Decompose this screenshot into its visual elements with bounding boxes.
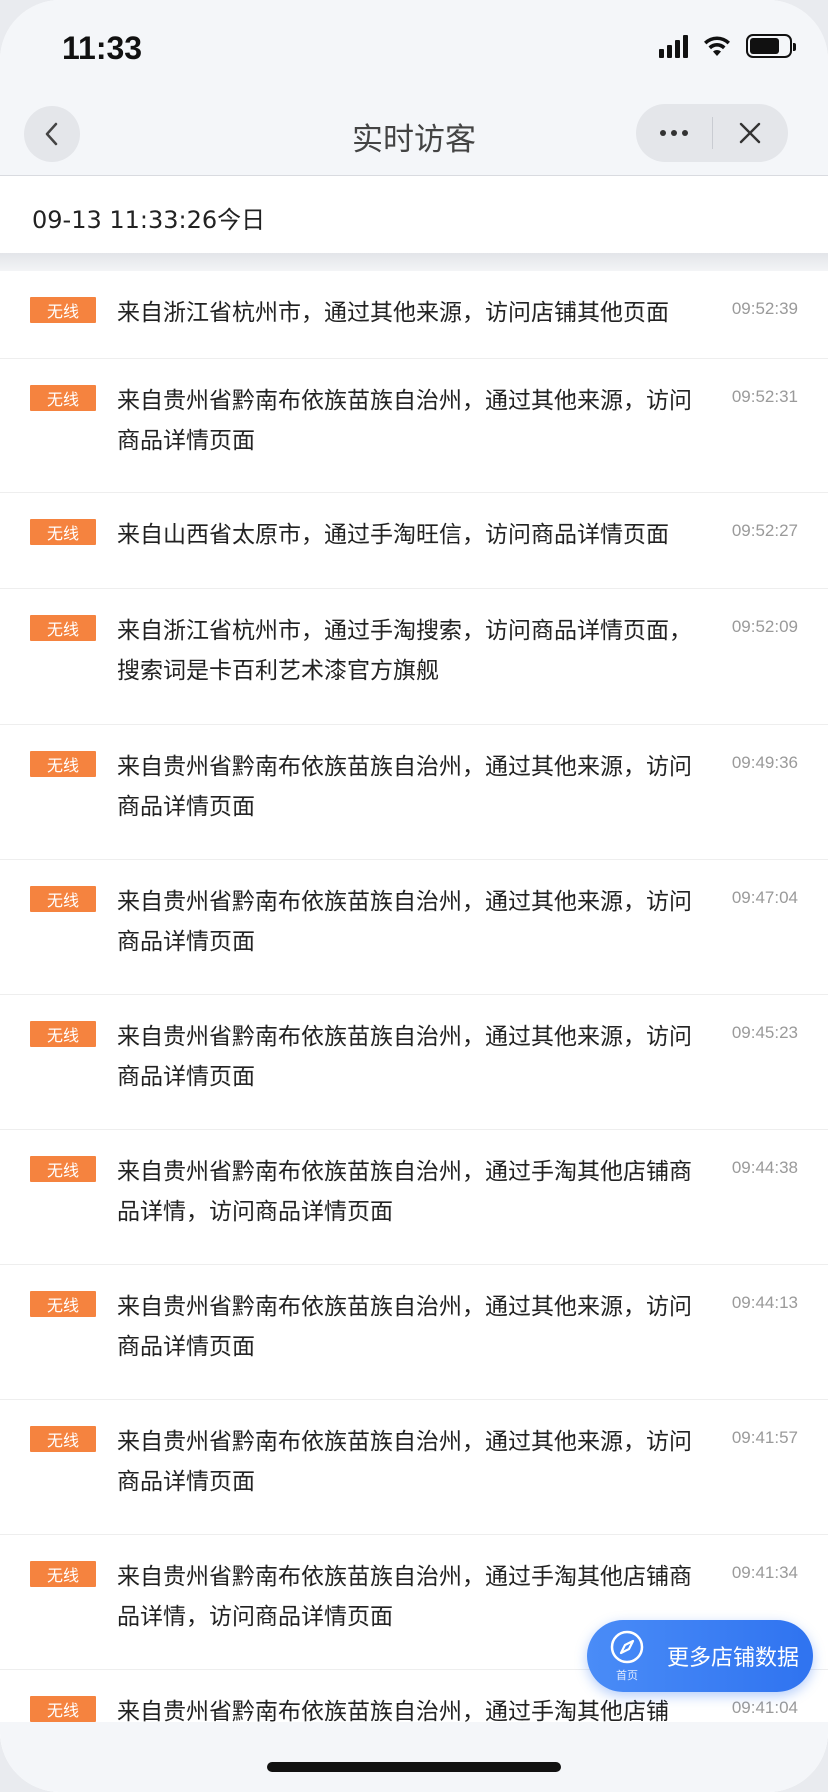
mini-program-capsule: [636, 104, 788, 162]
status-icons: [659, 34, 796, 58]
visit-time: 09:47:04: [731, 888, 798, 907]
compass-icon: [610, 1630, 644, 1664]
more-dots-icon: [659, 130, 688, 136]
visit-time: 09:44:38: [731, 1158, 798, 1177]
visitor-description: 来自贵州省黔南布依族苗族自治州，通过其他来源，访问商品详情页面: [117, 754, 692, 820]
wireless-badge: 无线: [30, 519, 96, 545]
nav-bar: 实时访客: [0, 100, 828, 176]
wireless-badge: 无线: [30, 886, 96, 912]
list-item[interactable]: 无线 来自山西省太原市，通过手淘旺信，访问商品详情页面 09:52:27: [0, 493, 828, 589]
close-button[interactable]: [713, 104, 789, 162]
visit-time: 09:52:31: [731, 387, 798, 406]
date-header: 09-13 11:33:26今日: [0, 177, 828, 253]
visitor-description: 来自贵州省黔南布依族苗族自治州，通过其他来源，访问商品详情页面: [117, 1294, 692, 1360]
wireless-badge: 无线: [30, 1696, 96, 1722]
bottom-bar: [0, 1722, 828, 1792]
visit-time: 09:52:27: [731, 521, 798, 540]
visitor-list: 无线 来自浙江省杭州市，通过其他来源，访问店铺其他页面 09:52:39 无线 …: [0, 271, 828, 1792]
home-indicator[interactable]: [267, 1762, 561, 1772]
more-shop-data-button[interactable]: 首页 更多店铺数据: [587, 1620, 813, 1692]
visitor-description: 来自山西省太原市，通过手淘旺信，访问商品详情页面: [117, 522, 669, 548]
visit-time: 09:41:57: [731, 1428, 798, 1447]
status-bar: 11:33: [0, 0, 828, 100]
visitor-description: 来自贵州省黔南布依族苗族自治州，通过其他来源，访问商品详情页面: [117, 889, 692, 955]
home-label: 首页: [616, 1669, 638, 1682]
list-item[interactable]: 无线 来自贵州省黔南布依族苗族自治州，通过其他来源，访问商品详情页面 09:41…: [0, 1400, 828, 1535]
home-shortcut: 首页: [595, 1624, 659, 1688]
visitor-description: 来自贵州省黔南布依族苗族自治州，通过手淘其他店铺商品详情，访问商品详情页面: [117, 1159, 692, 1225]
visit-time: 09:49:36: [731, 753, 798, 772]
list-item[interactable]: 无线 来自贵州省黔南布依族苗族自治州，通过其他来源，访问商品详情页面 09:45…: [0, 995, 828, 1130]
list-item[interactable]: 无线 来自贵州省黔南布依族苗族自治州，通过其他来源，访问商品详情页面 09:44…: [0, 1265, 828, 1400]
list-item[interactable]: 无线 来自贵州省黔南布依族苗族自治州，通过其他来源，访问商品详情页面 09:52…: [0, 359, 828, 493]
visitor-description: 来自贵州省黔南布依族苗族自治州，通过其他来源，访问商品详情页面: [117, 1429, 692, 1495]
visit-time: 09:52:39: [731, 299, 798, 318]
list-item[interactable]: 无线 来自浙江省杭州市，通过手淘搜索，访问商品详情页面，搜索词是卡百利艺术漆官方…: [0, 589, 828, 725]
phone-screen: 11:33 实时访客 09-13 11:33:26今日 无线 来自浙江省杭州市，…: [0, 0, 828, 1792]
status-time: 11:33: [62, 30, 143, 66]
visit-time: 09:41:04: [731, 1698, 798, 1717]
visitor-description: 来自浙江省杭州市，通过手淘搜索，访问商品详情页面，搜索词是卡百利艺术漆官方旗舰: [117, 618, 692, 684]
visit-time: 09:52:09: [731, 617, 798, 636]
list-item[interactable]: 无线 来自浙江省杭州市，通过其他来源，访问店铺其他页面 09:52:39: [0, 271, 828, 359]
list-item[interactable]: 无线 来自贵州省黔南布依族苗族自治州，通过手淘其他店铺商品详情，访问商品详情页面…: [0, 1130, 828, 1265]
visitor-description: 来自贵州省黔南布依族苗族自治州，通过其他来源，访问商品详情页面: [117, 1024, 692, 1090]
wifi-icon: [704, 36, 730, 56]
list-item[interactable]: 无线 来自贵州省黔南布依族苗族自治州，通过其他来源，访问商品详情页面 09:49…: [0, 725, 828, 860]
wireless-badge: 无线: [30, 1561, 96, 1587]
more-shop-data-label: 更多店铺数据: [667, 1646, 800, 1671]
wireless-badge: 无线: [30, 1426, 96, 1452]
visit-time: 09:45:23: [731, 1023, 798, 1042]
battery-icon: [746, 34, 796, 58]
more-button[interactable]: [636, 104, 712, 162]
wireless-badge: 无线: [30, 297, 96, 323]
wireless-badge: 无线: [30, 1291, 96, 1317]
wireless-badge: 无线: [30, 615, 96, 641]
wireless-badge: 无线: [30, 385, 96, 411]
visitor-description: 来自贵州省黔南布依族苗族自治州，通过其他来源，访问商品详情页面: [117, 388, 692, 454]
close-icon: [740, 122, 761, 144]
wireless-badge: 无线: [30, 1021, 96, 1047]
visit-time: 09:41:34: [731, 1563, 798, 1582]
list-item[interactable]: 无线 来自贵州省黔南布依族苗族自治州，通过其他来源，访问商品详情页面 09:47…: [0, 860, 828, 995]
signal-icon: [659, 34, 688, 58]
visit-time: 09:44:13: [731, 1293, 798, 1312]
wireless-badge: 无线: [30, 751, 96, 777]
visitor-description: 来自浙江省杭州市，通过其他来源，访问店铺其他页面: [117, 300, 669, 326]
header-divider: [0, 253, 828, 271]
wireless-badge: 无线: [30, 1156, 96, 1182]
